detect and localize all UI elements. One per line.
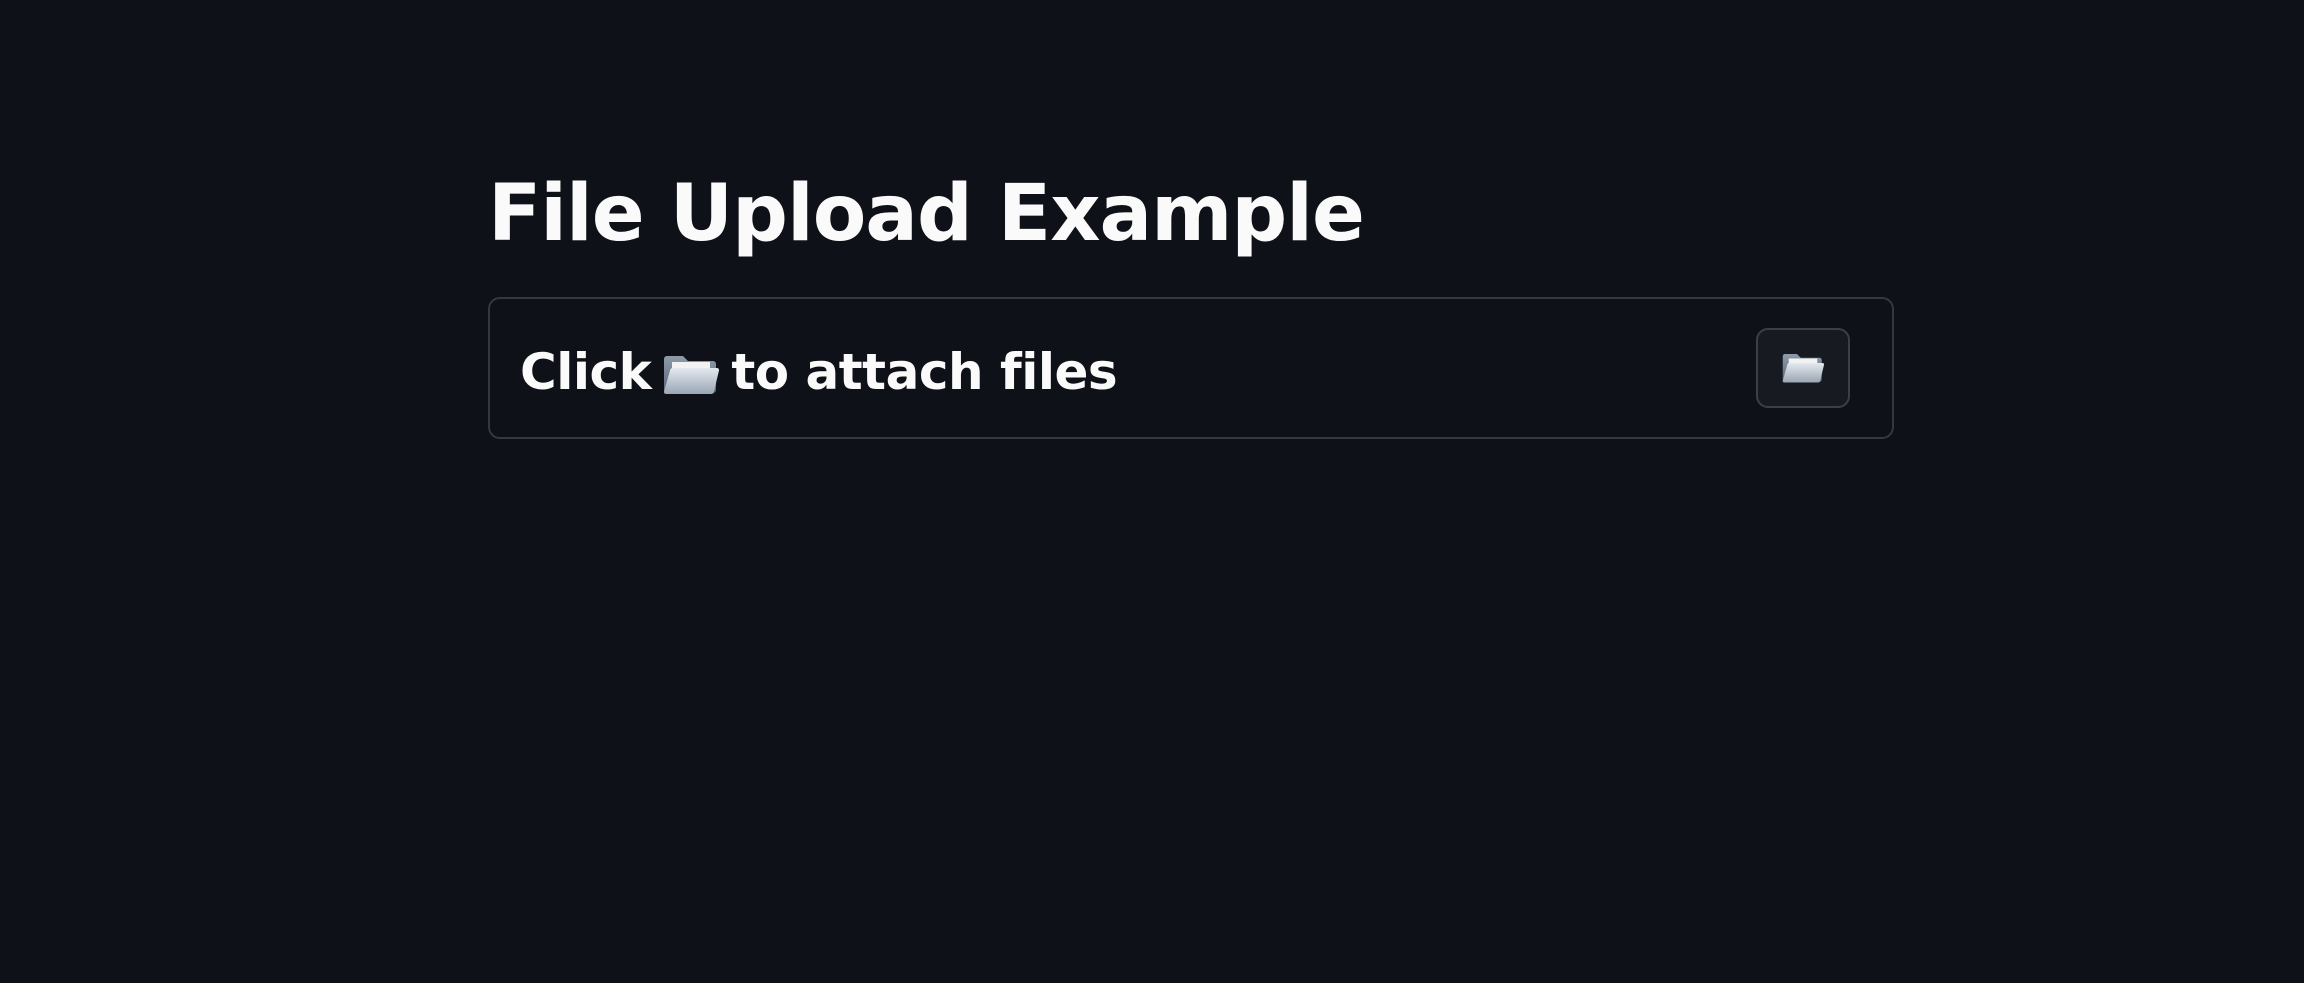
upload-prompt: Click to attach files [520,335,1118,401]
page-title: File Upload Example [488,169,1365,259]
upload-prompt-after: to attach files [731,343,1118,401]
upload-prompt-before: Click [520,343,652,401]
file-upload-box: Click to attach files [488,297,1894,439]
open-folder-icon [663,348,720,396]
open-folder-icon [1782,348,1825,388]
app-page: File Upload Example Click to attach file… [0,0,2304,983]
main-content: File Upload Example Click to attach file… [488,160,1896,439]
attach-files-button[interactable] [1756,328,1850,408]
